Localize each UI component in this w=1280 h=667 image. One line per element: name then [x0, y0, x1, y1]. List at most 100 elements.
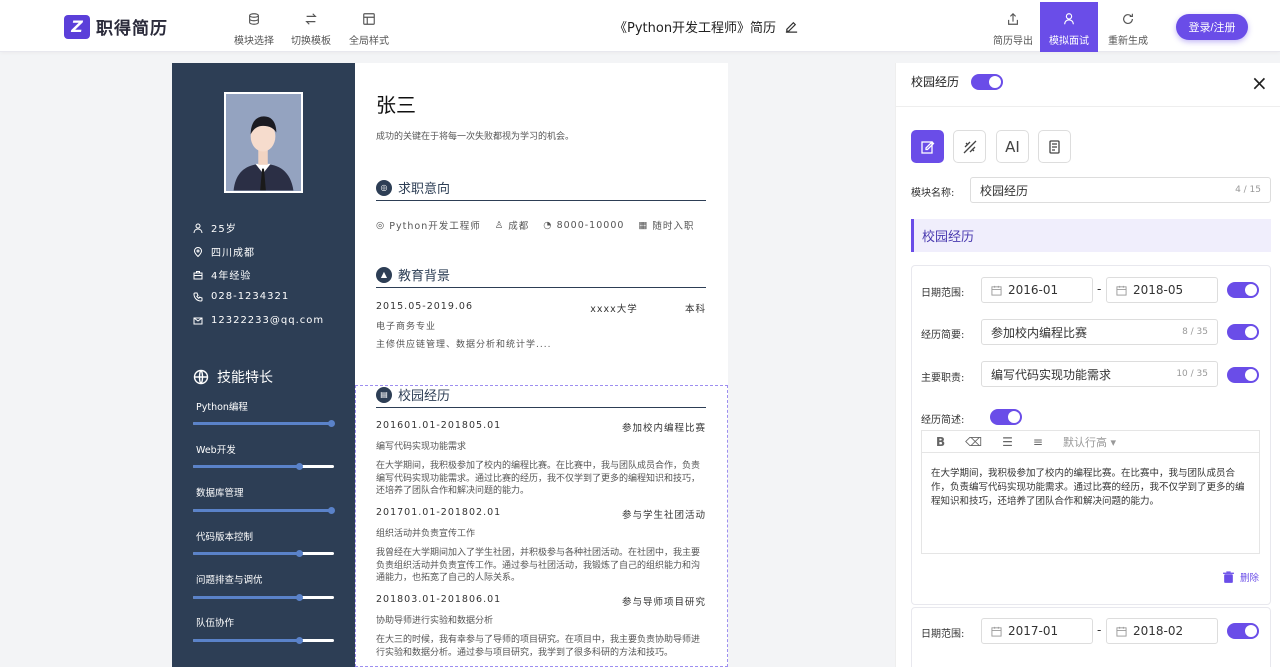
date-range-toggle[interactable]: [1227, 623, 1259, 639]
switch-template-button[interactable]: 切换模板: [291, 12, 331, 47]
numbered-list-icon[interactable]: ≡: [1033, 435, 1043, 449]
education-row: 2015.05-2019.06 xxxx大学 本科: [376, 301, 706, 315]
end-date-input[interactable]: 2018-02: [1106, 618, 1218, 644]
end-date-input[interactable]: 2018-05: [1106, 277, 1218, 303]
bullet-list-icon[interactable]: ☰: [1002, 435, 1013, 449]
rich-text-editor: B ⌫ ☰ ≡ 默认行高 ▾ 在大学期间，我积极参加了校内的编程比赛。在比赛中，…: [921, 430, 1260, 554]
edit-mode-button[interactable]: [911, 130, 944, 163]
duty-toggle[interactable]: [1227, 367, 1259, 383]
close-icon[interactable]: ×: [1251, 71, 1268, 95]
skill-name: 代码版本控制: [196, 532, 254, 543]
experience-desc: 我曾经在大学期间加入了学生社团，并积极参与各种社团活动。在社团中，我主要负责组织…: [376, 548, 701, 584]
intent-salary-text: 8000-10000: [556, 219, 625, 231]
experience-desc: 在大学期间，我积极参加了校内的编程比赛。在比赛中，我与团队成员合作，负责编写代码…: [376, 461, 701, 497]
regenerate-label: 重新生成: [1108, 36, 1148, 47]
intent-row: ◎ Python开发工程师 ♙ 成都 ◔ 8000-10000 ▦ 随时入职: [376, 218, 695, 233]
resume-name[interactable]: 张三: [376, 89, 416, 118]
experience-item[interactable]: 201803.01-201806.01 参与导师项目研究 协助导师进行实验和数据分…: [376, 594, 706, 659]
export-button[interactable]: 简历导出: [993, 12, 1033, 47]
note-mode-button[interactable]: [1038, 130, 1071, 163]
skill-bar-knob: [295, 594, 303, 601]
education-degree: 本科: [684, 304, 706, 315]
experience-role: 协助导师进行实验和数据分析: [376, 616, 494, 626]
skills-heading-text: 技能特长: [217, 370, 273, 386]
resume-sidebar: 25岁 四川成都 4年经验 028-1234321 12322233@qq.co…: [172, 63, 355, 667]
education-desc: 主修供应链管理、数据分析和统计学....: [376, 340, 552, 350]
skill-bar-fill: [193, 509, 334, 512]
description-label: 经历简述:: [921, 415, 965, 426]
info-location: 四川成都: [193, 244, 255, 259]
skill-bar-fill: [193, 552, 302, 555]
intent-availability-text: 随时入职: [652, 221, 695, 232]
pencil-icon[interactable]: [784, 19, 799, 34]
mock-interview-label: 模拟面试: [1049, 36, 1089, 47]
phone-icon: [193, 292, 203, 302]
intent-salary: ◔ 8000-10000: [543, 218, 624, 232]
date-separator: -: [1097, 282, 1102, 296]
money-icon: ◔: [543, 219, 553, 231]
layout-icon: [363, 13, 375, 25]
module-visibility-toggle[interactable]: [971, 73, 1004, 90]
module-name-label: 模块名称:: [911, 188, 955, 199]
document-title[interactable]: 《Python开发工程师》简历: [614, 17, 799, 36]
experience-role: 组织活动并负责宣传工作: [376, 529, 476, 539]
education-period: 2015.05-2019.06: [376, 301, 473, 312]
experience-title: 参与导师项目研究: [621, 597, 706, 608]
experience-section-title: 校园经历: [398, 389, 451, 404]
resume-motto[interactable]: 成功的关键在于将每一次失败都视为学习的机会。: [376, 129, 574, 142]
skill-name: 问题排查与调优: [196, 575, 263, 586]
intent-city-text: 成都: [508, 221, 530, 232]
skill-bar-fill: [193, 639, 302, 642]
edit-icon: [920, 140, 934, 154]
mock-interview-button[interactable]: 模拟面试: [1040, 2, 1098, 52]
info-phone-text: 028-1234321: [211, 291, 290, 302]
calendar-icon: [1116, 626, 1127, 637]
eraser-icon[interactable]: ⌫: [965, 435, 982, 449]
skill-bar-fill: [193, 596, 302, 599]
duty-counter: 10 / 35: [1176, 369, 1208, 379]
education-section-heading[interactable]: ▲ 教育背景: [376, 265, 706, 288]
app-logo[interactable]: Z 职得简历: [64, 14, 168, 39]
module-select-button[interactable]: 模块选择: [234, 12, 274, 47]
intent-city: ♙ 成都: [495, 218, 530, 233]
experience-item[interactable]: 201701.01-201802.01 参与学生社团活动 组织活动并负责宣传工作 …: [376, 507, 706, 585]
module-name-input[interactable]: 校园经历 4 / 15: [970, 177, 1271, 203]
education-major: 电子商务专业: [376, 322, 437, 332]
delete-entry-button[interactable]: 删除: [1222, 570, 1259, 584]
date-range-toggle[interactable]: [1227, 282, 1259, 298]
experience-item[interactable]: 201601.01-201805.01 参加校内编程比赛 编写代码实现功能需求 在…: [376, 420, 706, 498]
bold-icon[interactable]: B: [936, 435, 945, 449]
export-icon: [1008, 12, 1018, 25]
info-phone: 028-1234321: [193, 291, 289, 302]
style-mode-button[interactable]: [953, 130, 986, 163]
date-separator: -: [1097, 623, 1102, 637]
experience-section-heading[interactable]: ▤ 校园经历: [376, 385, 706, 408]
start-date-input[interactable]: 2017-01: [981, 618, 1093, 644]
info-location-text: 四川成都: [211, 248, 255, 259]
duty-value: 编写代码实现功能需求: [991, 367, 1112, 382]
login-register-button[interactable]: 登录/注册: [1176, 14, 1248, 40]
interview-icon: [1064, 13, 1074, 25]
stack-icon: [249, 13, 259, 25]
skill-name: Python编程: [196, 402, 248, 413]
summary-toggle[interactable]: [1227, 324, 1259, 340]
skill-bar-knob: [328, 507, 335, 514]
start-date-input[interactable]: 2016-01: [981, 277, 1093, 303]
skill-bar: [193, 507, 335, 514]
summary-input[interactable]: 参加校内编程比赛 8 / 35: [981, 319, 1218, 345]
global-style-button[interactable]: 全局样式: [349, 12, 389, 47]
editor-content[interactable]: 在大学期间，我积极参加了校内的编程比赛。在比赛中，我与团队成员合作，负责编写代码…: [922, 453, 1259, 522]
end-date-value: 2018-02: [1133, 624, 1184, 638]
intent-section-heading[interactable]: ◎ 求职意向: [376, 178, 706, 201]
duty-input[interactable]: 编写代码实现功能需求 10 / 35: [981, 361, 1218, 387]
line-height-select[interactable]: 默认行高 ▾: [1063, 434, 1116, 450]
description-toggle[interactable]: [990, 409, 1022, 425]
date-range-label: 日期范围:: [921, 629, 965, 640]
regenerate-button[interactable]: 重新生成: [1108, 12, 1148, 47]
delete-entry-label: 删除: [1240, 573, 1260, 584]
ai-mode-button[interactable]: AI: [996, 130, 1029, 163]
profile-photo[interactable]: [224, 92, 303, 193]
intent-position: ◎ Python开发工程师: [376, 218, 481, 233]
panel-header: 校园经历: [911, 73, 1004, 90]
summary-counter: 8 / 35: [1182, 327, 1208, 337]
